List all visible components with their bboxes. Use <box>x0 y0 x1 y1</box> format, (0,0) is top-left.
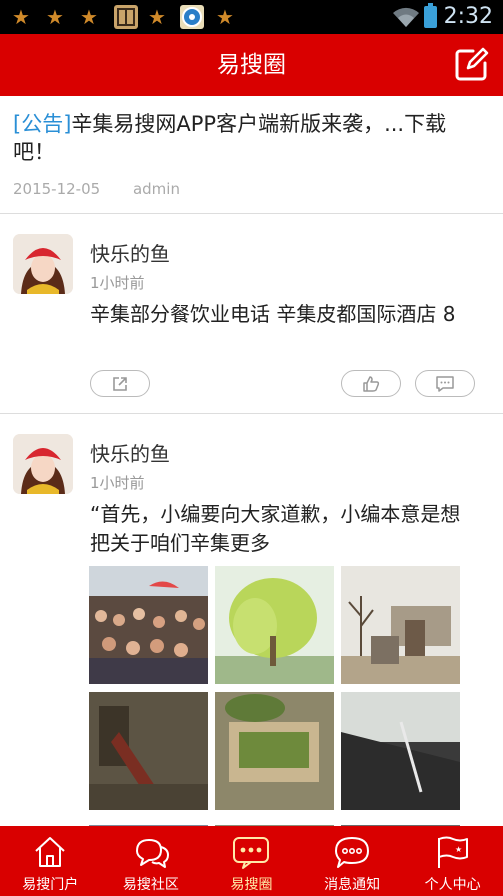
post-photo[interactable] <box>341 818 460 826</box>
post-photo[interactable] <box>215 818 334 826</box>
tab-label: 消息通知 <box>324 877 381 893</box>
star-icon: ★ <box>148 5 166 29</box>
home-icon <box>35 837 65 867</box>
svg-text:★: ★ <box>455 845 462 854</box>
battery-icon <box>424 3 437 28</box>
avatar[interactable] <box>13 434 73 494</box>
tab-label: 易搜圈 <box>230 877 273 893</box>
star-icon: ★ <box>46 5 64 29</box>
tab-community[interactable]: 易搜社区 <box>101 826 202 896</box>
post-photo[interactable] <box>89 818 208 826</box>
avatar[interactable] <box>13 234 73 294</box>
tab-profile[interactable]: ★ 个人中心 <box>402 826 503 896</box>
post-author[interactable]: 快乐的鱼 <box>90 238 170 267</box>
tab-circle[interactable]: 易搜圈 <box>201 826 302 896</box>
tab-portal[interactable]: 易搜门户 <box>0 826 101 896</box>
bottom-tab-bar: 易搜门户 易搜社区 易搜圈 消息通知 ★ 个人中心 <box>0 826 503 896</box>
title-bar: 易搜圈 <box>0 34 503 96</box>
share-icon <box>113 376 127 391</box>
chat-bubbles-icon <box>135 839 169 868</box>
post-author[interactable]: 快乐的鱼 <box>90 438 170 467</box>
circle-chat-icon <box>233 837 270 869</box>
post-text[interactable]: 辛集部分餐饮业电话 辛集皮都国际酒店 8 <box>90 300 470 329</box>
page-title: 易搜圈 <box>217 52 286 78</box>
message-icon <box>335 837 370 868</box>
post-photo[interactable] <box>341 692 460 810</box>
post-text[interactable]: “首先，小编要向大家道歉，小编本意是想把关于咱们辛集更多 <box>90 500 470 558</box>
wifi-icon <box>393 7 419 28</box>
star-icon: ★ <box>216 5 234 29</box>
app-icon <box>114 5 138 29</box>
post-photo[interactable] <box>215 692 334 810</box>
announcement-author: admin <box>132 180 180 198</box>
announcement-item[interactable]: [公告]辛集易搜网APP客户端新版来袭，...下载吧！ 2015-12-05 a… <box>0 96 503 214</box>
post-time: 1小时前 <box>90 274 145 292</box>
comment-button[interactable] <box>415 370 475 397</box>
tab-notifications[interactable]: 消息通知 <box>302 826 403 896</box>
announcement-date: 2015-12-05 <box>13 180 101 198</box>
post-time: 1小时前 <box>90 474 145 492</box>
star-icon: ★ <box>80 5 98 29</box>
tab-label: 个人中心 <box>424 877 481 893</box>
share-button[interactable] <box>90 370 150 397</box>
like-button[interactable] <box>341 370 401 397</box>
post-photo[interactable] <box>215 566 334 684</box>
post-photo[interactable] <box>89 566 208 684</box>
steering-wheel-icon <box>180 5 204 29</box>
flag-icon: ★ <box>437 836 468 868</box>
announcement-tag: [公告] <box>13 112 72 136</box>
announcement-meta: 2015-12-05 admin <box>13 180 180 198</box>
post-photo[interactable] <box>89 692 208 810</box>
thumbs-up-icon <box>363 375 380 392</box>
announcement-text: 辛集易搜网APP客户端新版来袭，...下载吧！ <box>13 112 447 164</box>
comment-icon <box>436 375 454 392</box>
post-item[interactable]: 快乐的鱼 1小时前 “首先，小编要向大家道歉，小编本意是想把关于咱们辛集更多 <box>0 414 503 826</box>
status-bar: ★ ★ ★ ★ ★ 2:32 <box>0 0 503 34</box>
post-photo[interactable] <box>341 566 460 684</box>
tab-label: 易搜社区 <box>122 877 179 893</box>
star-icon: ★ <box>12 5 30 29</box>
compose-icon[interactable] <box>453 47 489 83</box>
post-item[interactable]: 快乐的鱼 1小时前 辛集部分餐饮业电话 辛集皮都国际酒店 8 <box>0 214 503 414</box>
tab-label: 易搜门户 <box>22 877 79 893</box>
announcement-title[interactable]: [公告]辛集易搜网APP客户端新版来袭，...下载吧！ <box>13 110 453 166</box>
status-time: 2:32 <box>443 4 493 29</box>
